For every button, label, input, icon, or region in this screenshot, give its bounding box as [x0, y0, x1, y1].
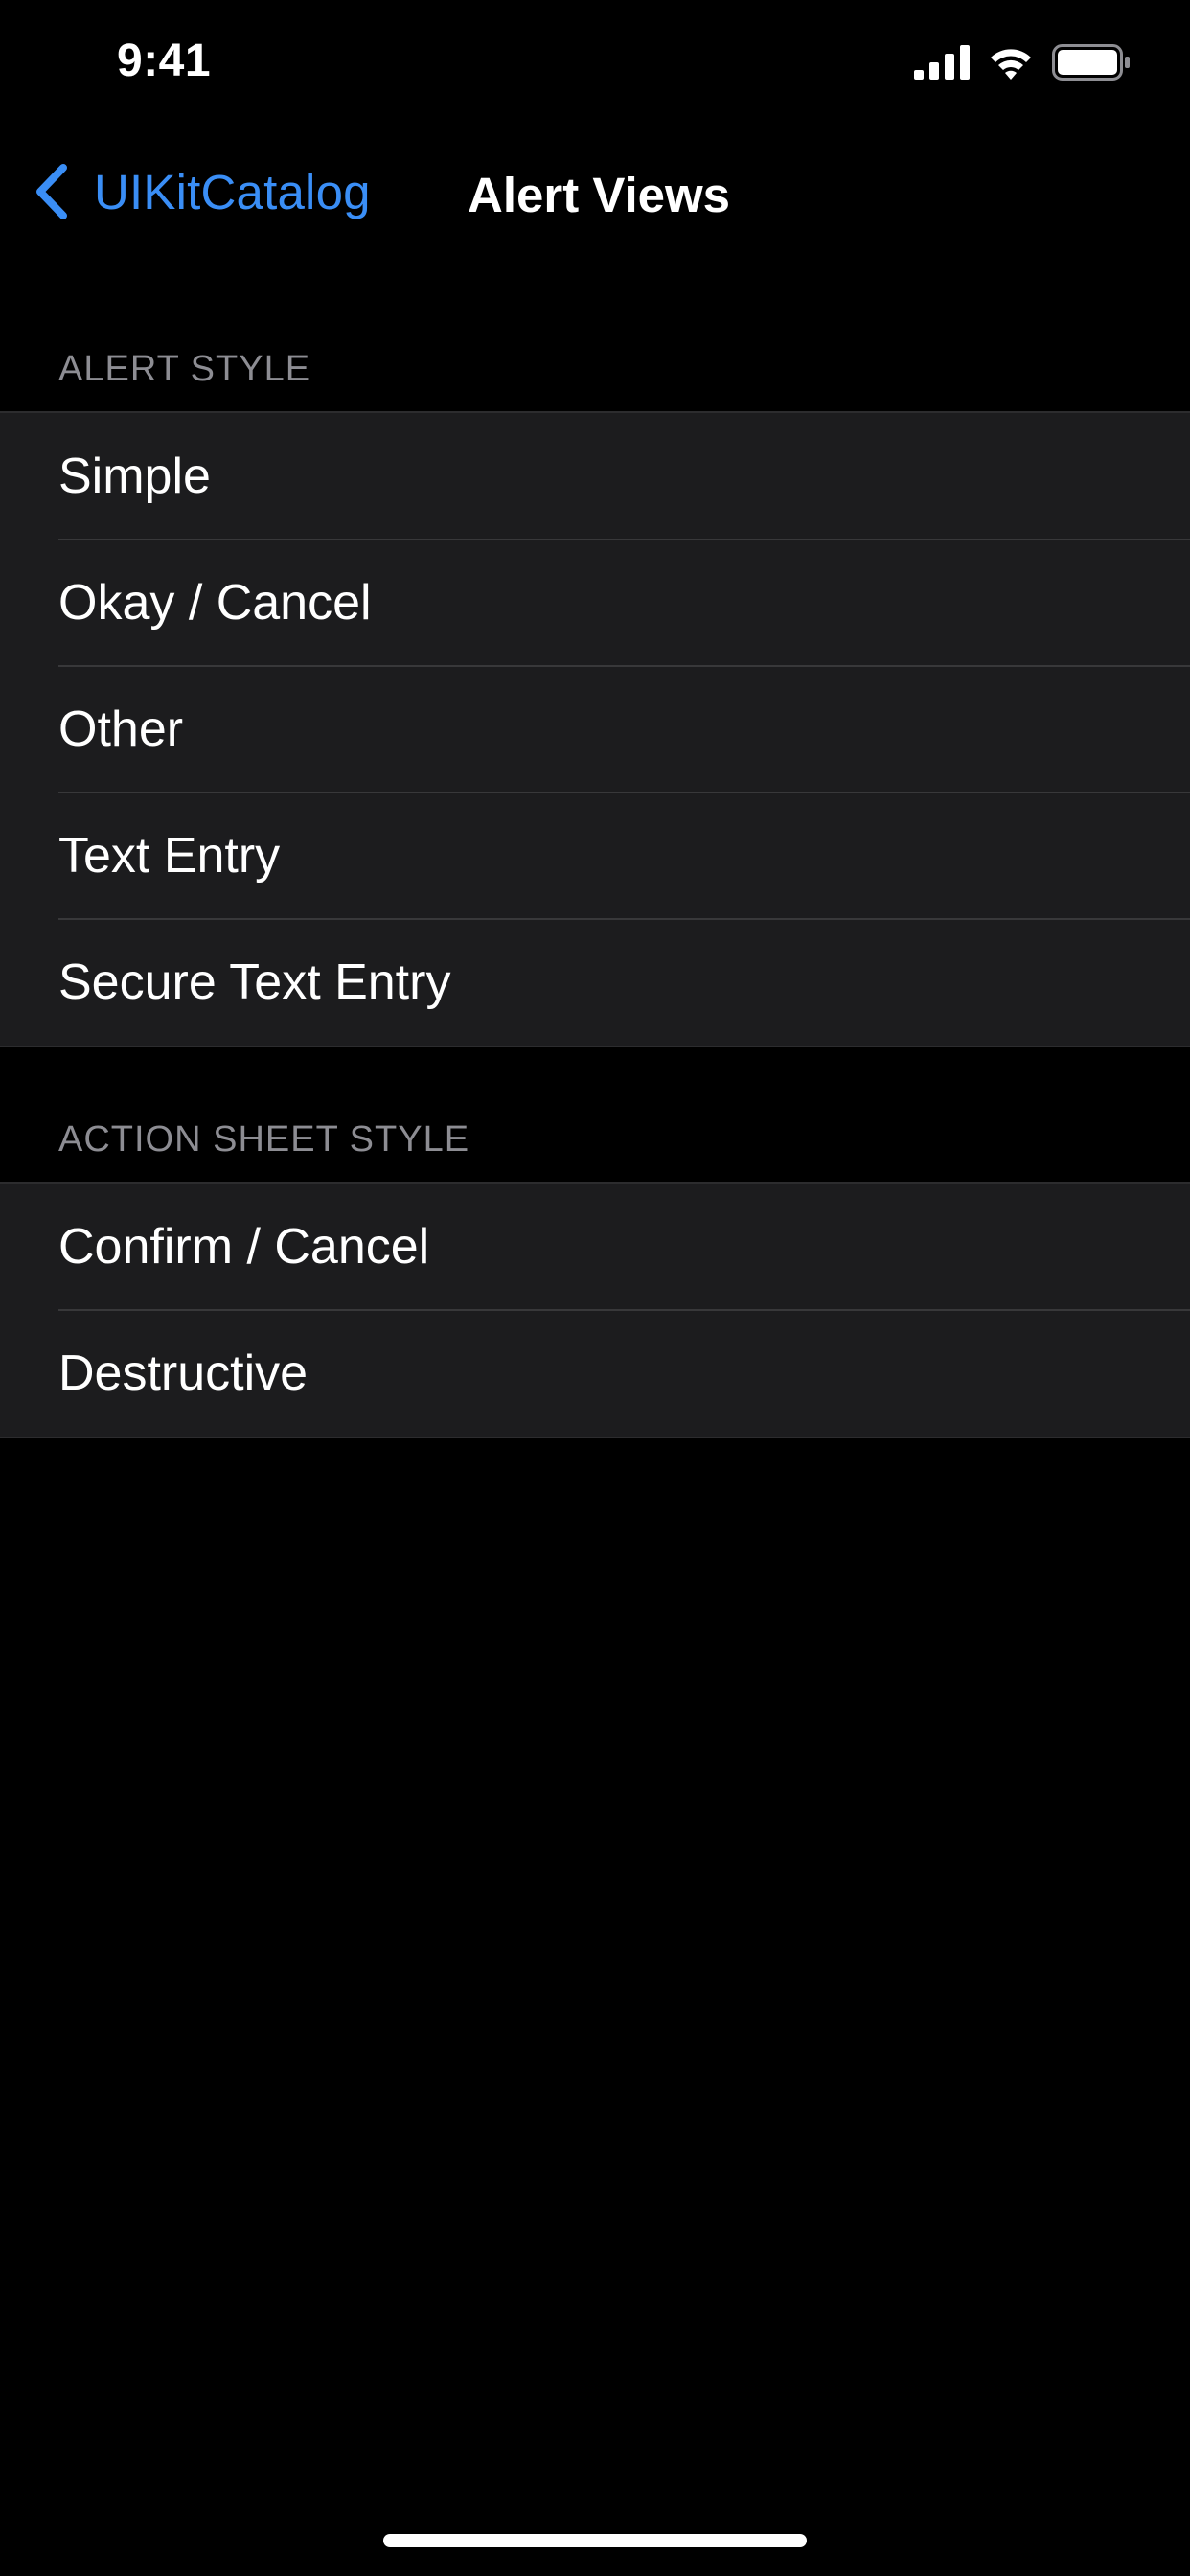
- list-item-other[interactable]: Other: [0, 665, 1190, 793]
- list-item-simple[interactable]: Simple: [0, 413, 1190, 540]
- back-button[interactable]: UIKitCatalog: [31, 161, 371, 222]
- cellular-signal-icon: [914, 45, 970, 84]
- section-header-alert-style: ALERT STYLE: [58, 349, 311, 389]
- back-button-label: UIKitCatalog: [94, 164, 371, 219]
- battery-icon: [1052, 44, 1131, 85]
- chevron-left-icon: [31, 161, 73, 222]
- list-item-label: Text Entry: [58, 828, 281, 884]
- list-item-label: Secure Text Entry: [58, 954, 451, 1010]
- action-sheet-style-group: Confirm / Cancel Destructive: [0, 1182, 1190, 1438]
- home-indicator[interactable]: [383, 2534, 807, 2547]
- status-icons: [914, 44, 1131, 85]
- list-item-text-entry[interactable]: Text Entry: [0, 792, 1190, 919]
- list-item-label: Destructive: [58, 1346, 309, 1401]
- navigation-bar: UIKitCatalog Alert Views: [0, 134, 1190, 249]
- list-item-secure-text-entry[interactable]: Secure Text Entry: [0, 918, 1190, 1046]
- section-header-action-sheet-style: ACTION SHEET STYLE: [58, 1119, 470, 1160]
- list-item-destructive[interactable]: Destructive: [0, 1309, 1190, 1437]
- status-bar: 9:41: [0, 0, 1190, 126]
- page-title: Alert Views: [468, 168, 731, 222]
- status-time: 9:41: [117, 35, 212, 86]
- list-item-label: Okay / Cancel: [58, 575, 372, 631]
- wifi-icon: [987, 45, 1035, 84]
- list-item-confirm-cancel[interactable]: Confirm / Cancel: [0, 1184, 1190, 1310]
- list-item-label: Simple: [58, 448, 211, 504]
- list-item-label: Other: [58, 702, 184, 757]
- list-item-okay-cancel[interactable]: Okay / Cancel: [0, 539, 1190, 666]
- list-item-label: Confirm / Cancel: [58, 1219, 430, 1275]
- alert-style-group: Simple Okay / Cancel Other Text Entry Se…: [0, 411, 1190, 1047]
